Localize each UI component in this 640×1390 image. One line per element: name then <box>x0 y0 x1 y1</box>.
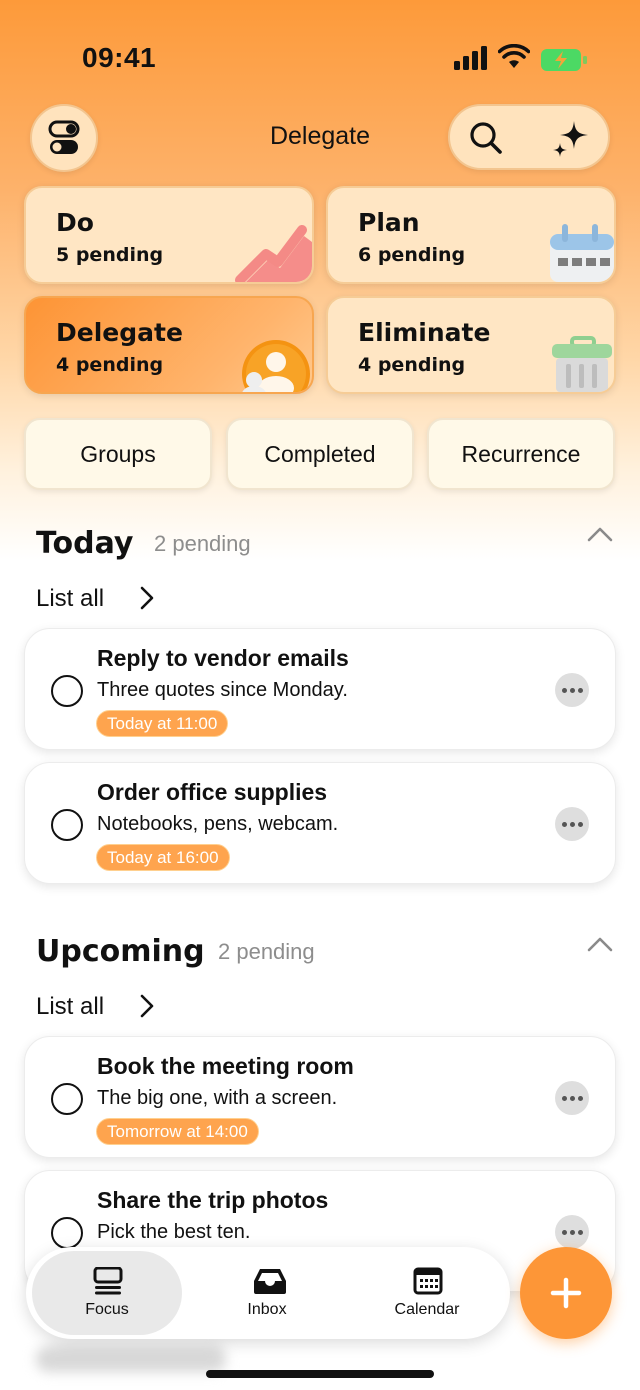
header-actions <box>448 104 610 170</box>
sparkle-icon[interactable] <box>550 117 592 159</box>
tab-inbox[interactable]: Inbox <box>192 1251 342 1335</box>
page-title: Delegate <box>269 122 371 150</box>
quadrant-do[interactable]: Do 5 pending <box>24 186 314 284</box>
display-toggle-button[interactable] <box>30 104 98 172</box>
complete-checkbox[interactable] <box>51 675 83 707</box>
collapse-chevron-up-icon[interactable] <box>586 934 614 954</box>
quadrant-count: 6 pending <box>358 244 466 266</box>
more-options-button[interactable] <box>555 807 589 841</box>
list-all-link[interactable]: List all <box>36 585 104 613</box>
tab-label: Focus <box>85 1301 129 1318</box>
toggle-icon <box>48 120 80 154</box>
groups-chip[interactable]: Groups <box>24 418 212 490</box>
battery-charging-icon <box>541 49 587 71</box>
quadrant-title: Plan <box>358 208 420 237</box>
chevron-right-icon[interactable] <box>138 585 156 611</box>
quadrant-eliminate[interactable]: Eliminate 4 pending <box>326 296 616 394</box>
task-title: Book the meeting room <box>97 1053 354 1079</box>
calendar-grid-icon <box>413 1267 443 1295</box>
task-title: Share the trip photos <box>97 1187 329 1213</box>
plus-icon <box>550 1277 582 1309</box>
more-options-button[interactable] <box>555 673 589 707</box>
recurrence-chip[interactable]: Recurrence <box>427 418 615 490</box>
quadrant-plan[interactable]: Plan 6 pending <box>326 186 616 284</box>
complete-checkbox[interactable] <box>51 1217 83 1249</box>
due-badge: Today at 11:00 <box>96 710 229 737</box>
section-title-upcoming: Upcoming <box>36 934 205 969</box>
tab-focus[interactable]: Focus <box>32 1251 182 1335</box>
list-all-link[interactable]: List all <box>36 993 104 1021</box>
search-icon[interactable] <box>466 118 506 158</box>
focus-list-icon <box>93 1267 123 1295</box>
quadrant-count: 4 pending <box>358 354 466 376</box>
task-title: Order office supplies <box>97 779 328 805</box>
task-description: Three quotes since Monday. <box>97 679 348 701</box>
task-card[interactable]: Book the meeting room The big one, with … <box>24 1036 616 1158</box>
collapse-chevron-up-icon[interactable] <box>586 524 614 544</box>
chart-arrow-icon <box>235 225 312 282</box>
section-title-today: Today <box>36 526 134 561</box>
status-bar: 09:41 <box>0 0 640 110</box>
people-icon <box>242 340 310 392</box>
quadrant-delegate[interactable]: Delegate 4 pending <box>24 296 314 394</box>
home-indicator <box>206 1370 434 1378</box>
more-options-button[interactable] <box>555 1081 589 1115</box>
task-description: The big one, with a screen. <box>97 1087 338 1109</box>
tab-label: Inbox <box>247 1301 287 1318</box>
section-count: 2 pending <box>218 939 315 964</box>
cellular-signal-icon <box>454 46 487 70</box>
task-description: Pick the best ten. <box>97 1221 251 1243</box>
quadrant-count: 5 pending <box>56 244 164 266</box>
quadrant-count: 4 pending <box>56 354 164 376</box>
task-description: Notebooks, pens, webcam. <box>97 813 339 835</box>
trash-icon <box>552 336 612 392</box>
tab-label: Calendar <box>394 1301 460 1318</box>
calendar-icon <box>550 224 614 282</box>
add-task-button[interactable] <box>520 1247 612 1339</box>
tab-calendar[interactable]: Calendar <box>352 1251 502 1335</box>
due-badge: Tomorrow at 14:00 <box>96 1118 259 1145</box>
quadrant-title: Do <box>56 208 94 237</box>
tab-bar: Focus Inbox Calendar <box>26 1247 510 1339</box>
complete-checkbox[interactable] <box>51 1083 83 1115</box>
due-badge: Today at 16:00 <box>96 844 230 871</box>
quadrant-title: Delegate <box>56 318 183 347</box>
task-title: Reply to vendor emails <box>97 645 349 671</box>
quadrant-title: Eliminate <box>358 318 491 347</box>
task-card[interactable]: Order office supplies Notebooks, pens, w… <box>24 762 616 884</box>
complete-checkbox[interactable] <box>51 809 83 841</box>
scrolled-content-blur <box>36 1346 226 1372</box>
status-time: 09:41 <box>82 42 157 73</box>
wifi-icon <box>498 44 530 68</box>
task-card[interactable]: Reply to vendor emails Three quotes sinc… <box>24 628 616 750</box>
inbox-tray-icon <box>254 1269 286 1294</box>
more-options-button[interactable] <box>555 1215 589 1249</box>
completed-chip[interactable]: Completed <box>226 418 414 490</box>
chevron-right-icon[interactable] <box>138 993 156 1019</box>
section-count: 2 pending <box>154 531 251 556</box>
